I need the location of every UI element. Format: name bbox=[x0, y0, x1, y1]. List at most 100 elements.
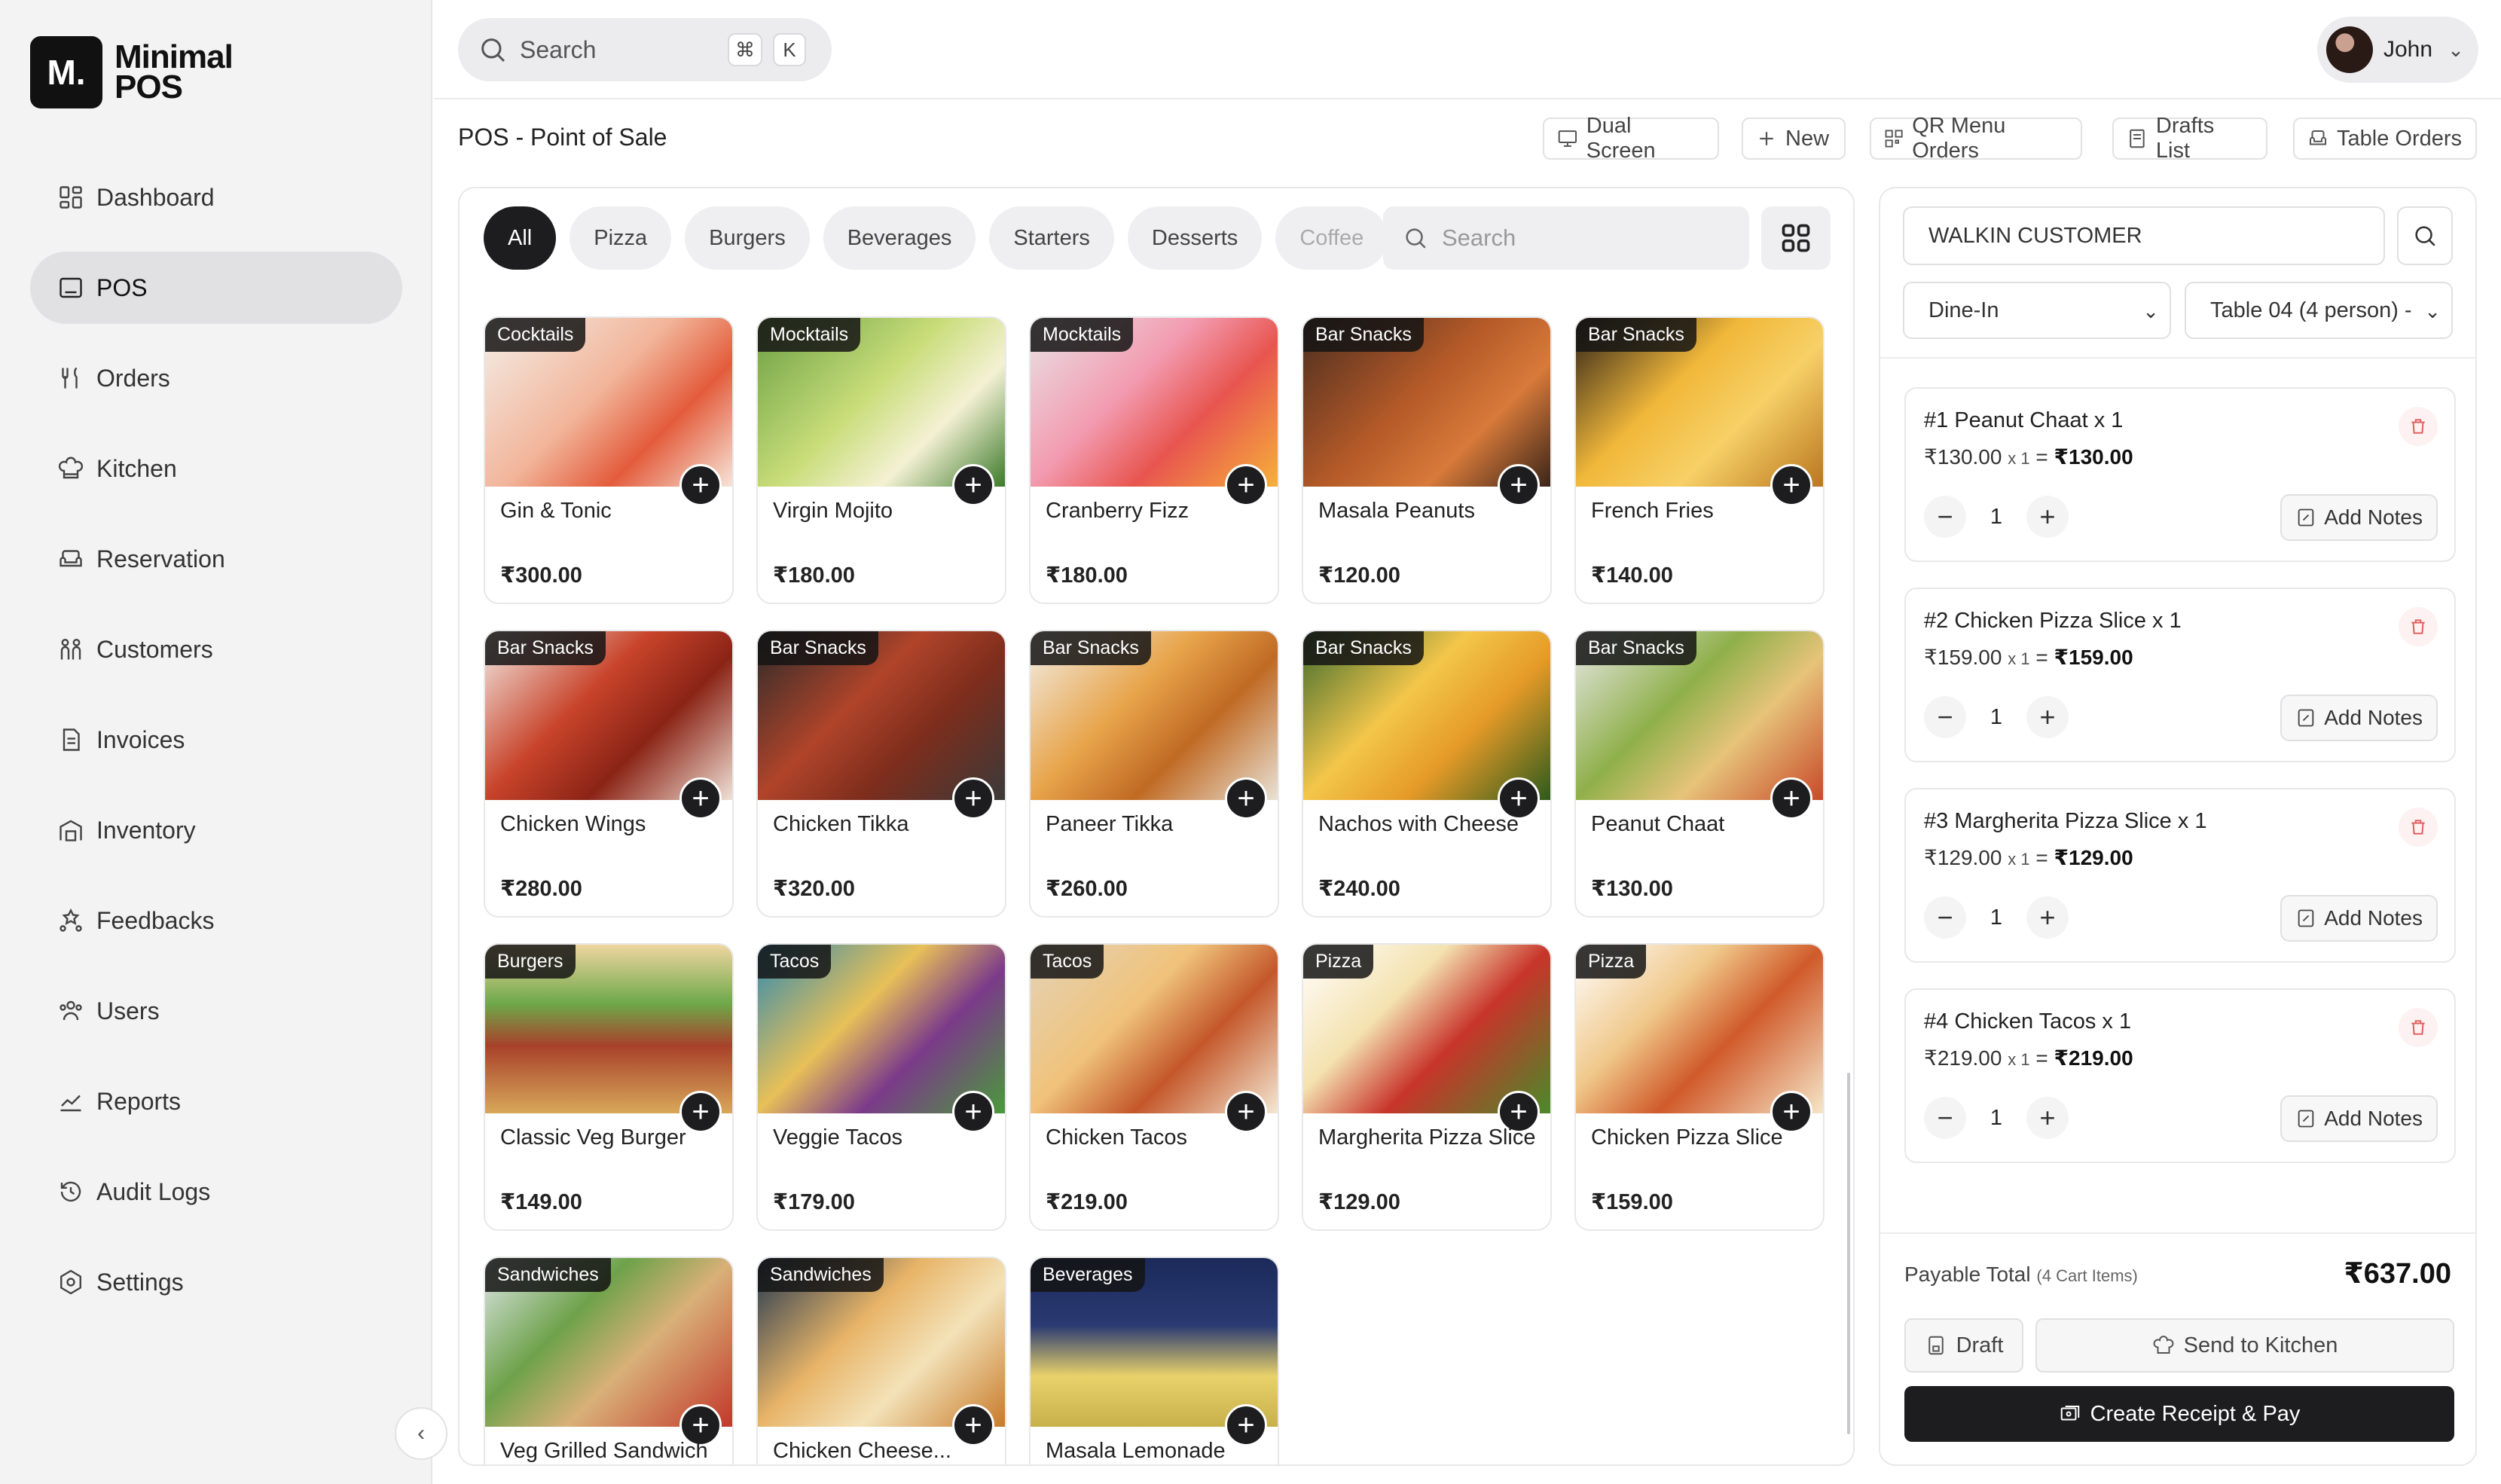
product-card[interactable]: Cocktails + Gin & Tonic ₹300.00 bbox=[484, 316, 734, 604]
decrease-quantity-button[interactable]: − bbox=[1924, 896, 1966, 939]
sidebar-item-label: Kitchen bbox=[96, 454, 177, 482]
qr-menu-orders-button[interactable]: QR Menu Orders bbox=[1870, 114, 2082, 163]
decrease-quantity-button[interactable]: − bbox=[1924, 1097, 1966, 1139]
product-card[interactable]: Pizza + Chicken Pizza Slice ₹159.00 bbox=[1574, 943, 1825, 1231]
product-card[interactable]: Bar Snacks + Masala Peanuts ₹120.00 bbox=[1302, 316, 1552, 604]
shortcut-cmd-key: ⌘ bbox=[728, 33, 762, 66]
delete-item-button[interactable] bbox=[2399, 1008, 2438, 1047]
product-card[interactable]: Sandwiches + Chicken Cheese... bbox=[756, 1257, 1006, 1464]
sidebar-item-orders[interactable]: Orders bbox=[30, 342, 402, 414]
sidebar-item-invoices[interactable]: Invoices bbox=[30, 704, 402, 776]
sidebar-item-inventory[interactable]: Inventory bbox=[30, 794, 402, 866]
product-card[interactable]: Tacos + Veggie Tacos ₹179.00 bbox=[756, 943, 1006, 1231]
product-card[interactable]: Bar Snacks + Peanut Chaat ₹130.00 bbox=[1574, 630, 1825, 918]
increase-quantity-button[interactable]: + bbox=[2026, 1097, 2069, 1139]
delete-item-button[interactable] bbox=[2399, 808, 2438, 847]
search-icon bbox=[481, 38, 505, 63]
product-price: ₹180.00 bbox=[773, 563, 855, 588]
dual-screen-button[interactable]: Dual Screen bbox=[1543, 114, 1719, 163]
add-to-cart-button[interactable]: + bbox=[679, 464, 722, 506]
note-icon bbox=[2298, 508, 2314, 527]
product-card[interactable]: Burgers + Classic Veg Burger ₹149.00 bbox=[484, 943, 734, 1231]
product-card[interactable]: Tacos + Chicken Tacos ₹219.00 bbox=[1029, 943, 1279, 1231]
decrease-quantity-button[interactable]: − bbox=[1924, 496, 1966, 538]
add-to-cart-button[interactable]: + bbox=[1225, 1091, 1267, 1133]
sidebar-item-feedbacks[interactable]: Feedbacks bbox=[30, 884, 402, 957]
increase-quantity-button[interactable]: + bbox=[2026, 896, 2069, 939]
product-card[interactable]: Bar Snacks + French Fries ₹140.00 bbox=[1574, 316, 1825, 604]
global-search-input[interactable]: Search ⌘ K bbox=[458, 18, 832, 81]
quantity-value[interactable]: 1 bbox=[1966, 1106, 2026, 1131]
add-notes-button[interactable]: Add Notes bbox=[2280, 494, 2438, 541]
product-search-input[interactable]: Search bbox=[1383, 206, 1749, 270]
quantity-value[interactable]: 1 bbox=[1966, 905, 2026, 930]
add-to-cart-button[interactable]: + bbox=[952, 1404, 994, 1446]
product-card[interactable]: Mocktails + Virgin Mojito ₹180.00 bbox=[756, 316, 1006, 604]
draft-button[interactable]: Draft bbox=[1904, 1318, 2023, 1373]
product-card[interactable]: Bar Snacks + Paneer Tikka ₹260.00 bbox=[1029, 630, 1279, 918]
tab-beverages[interactable]: Beverages bbox=[823, 206, 976, 270]
product-grid-scrollbar[interactable] bbox=[1847, 1073, 1850, 1434]
tab-burgers[interactable]: Burgers bbox=[685, 206, 810, 270]
order-type-select[interactable]: Dine-In ⌄ bbox=[1903, 282, 2171, 339]
add-notes-button[interactable]: Add Notes bbox=[2280, 1095, 2438, 1142]
add-to-cart-button[interactable]: + bbox=[1225, 1404, 1267, 1446]
sidebar-item-users[interactable]: Users bbox=[30, 975, 402, 1047]
tab-desserts[interactable]: Desserts bbox=[1127, 206, 1263, 270]
create-receipt-pay-button[interactable]: Create Receipt & Pay bbox=[1904, 1386, 2454, 1442]
sidebar-item-label: Reports bbox=[96, 1087, 182, 1115]
product-card[interactable]: Bar Snacks + Chicken Wings ₹280.00 bbox=[484, 630, 734, 918]
table-orders-button[interactable]: Table Orders bbox=[2293, 118, 2477, 160]
send-to-kitchen-button[interactable]: Send to Kitchen bbox=[2035, 1318, 2454, 1373]
increase-quantity-button[interactable]: + bbox=[2026, 696, 2069, 738]
sidebar-collapse-button[interactable]: ‹ bbox=[395, 1407, 447, 1460]
chevron-down-icon: ⌄ bbox=[2424, 300, 2441, 322]
add-to-cart-button[interactable]: + bbox=[952, 464, 994, 506]
increase-quantity-button[interactable]: + bbox=[2026, 496, 2069, 538]
product-card[interactable]: Bar Snacks + Chicken Tikka ₹320.00 bbox=[756, 630, 1006, 918]
tab-starters[interactable]: Starters bbox=[989, 206, 1114, 270]
grid-view-toggle[interactable] bbox=[1761, 206, 1831, 270]
products-panel: All Pizza Burgers Beverages Starters Des… bbox=[458, 187, 1855, 1466]
add-to-cart-button[interactable]: + bbox=[952, 777, 994, 820]
product-card[interactable]: Pizza + Margherita Pizza Slice ₹129.00 bbox=[1302, 943, 1552, 1231]
tab-coffee[interactable]: Coffee bbox=[1275, 206, 1388, 270]
sidebar-item-kitchen[interactable]: Kitchen bbox=[30, 432, 402, 505]
add-to-cart-button[interactable]: + bbox=[1498, 464, 1540, 506]
tab-pizza[interactable]: Pizza bbox=[570, 206, 672, 270]
add-notes-button[interactable]: Add Notes bbox=[2280, 695, 2438, 741]
sidebar-item-audit-logs[interactable]: Audit Logs bbox=[30, 1156, 402, 1228]
product-card[interactable]: Sandwiches + Veg Grilled Sandwich bbox=[484, 1257, 734, 1464]
tab-all[interactable]: All bbox=[484, 206, 557, 270]
add-to-cart-button[interactable]: + bbox=[679, 777, 722, 820]
new-order-button[interactable]: New bbox=[1742, 118, 1846, 160]
customer-field[interactable]: WALKIN CUSTOMER bbox=[1903, 206, 2385, 265]
app-logo[interactable]: M. Minimal POS bbox=[30, 36, 234, 108]
product-category-badge: Bar Snacks bbox=[1031, 631, 1151, 665]
add-to-cart-button[interactable]: + bbox=[1225, 464, 1267, 506]
table-select[interactable]: Table 04 (4 person) - ⌄ bbox=[2185, 282, 2453, 339]
product-card[interactable]: Mocktails + Cranberry Fizz ₹180.00 bbox=[1029, 316, 1279, 604]
add-to-cart-button[interactable]: + bbox=[952, 1091, 994, 1133]
sidebar-item-pos[interactable]: POS bbox=[30, 252, 402, 324]
drafts-list-button[interactable]: Drafts List bbox=[2112, 114, 2267, 163]
user-menu[interactable]: John ⌄ bbox=[2317, 17, 2478, 83]
add-to-cart-button[interactable]: + bbox=[1770, 777, 1812, 820]
customer-search-button[interactable] bbox=[2397, 206, 2453, 265]
quantity-value[interactable]: 1 bbox=[1966, 505, 2026, 530]
product-card[interactable]: Bar Snacks + Nachos with Cheese ₹240.00 bbox=[1302, 630, 1552, 918]
sidebar-item-customers[interactable]: Customers bbox=[30, 613, 402, 686]
add-notes-button[interactable]: Add Notes bbox=[2280, 895, 2438, 942]
product-name: Chicken Tacos bbox=[1046, 1125, 1188, 1150]
sidebar-item-settings[interactable]: Settings bbox=[30, 1246, 402, 1318]
sidebar-item-dashboard[interactable]: Dashboard bbox=[30, 161, 402, 234]
delete-item-button[interactable] bbox=[2399, 407, 2438, 446]
quantity-value[interactable]: 1 bbox=[1966, 705, 2026, 730]
add-to-cart-button[interactable]: + bbox=[1770, 464, 1812, 506]
product-card[interactable]: Beverages + Masala Lemonade bbox=[1029, 1257, 1279, 1464]
sidebar-item-reservation[interactable]: Reservation bbox=[30, 523, 402, 595]
decrease-quantity-button[interactable]: − bbox=[1924, 696, 1966, 738]
delete-item-button[interactable] bbox=[2399, 607, 2438, 646]
sidebar-item-reports[interactable]: Reports bbox=[30, 1065, 402, 1137]
add-to-cart-button[interactable]: + bbox=[1225, 777, 1267, 820]
